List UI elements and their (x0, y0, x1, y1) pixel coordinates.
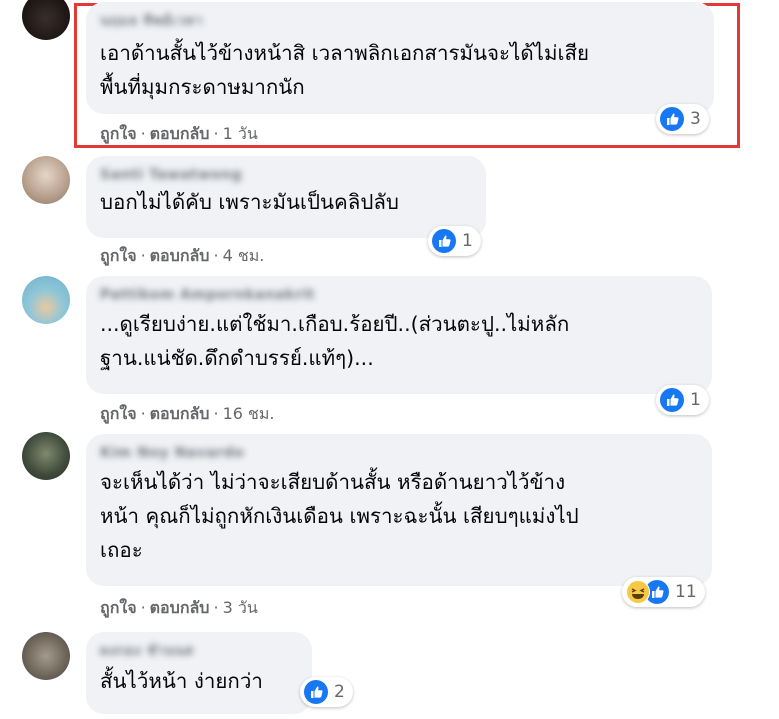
comment-text: ...ดูเรียบง่าย.แต่ใช้มา.เกือบ.ร้อยปี..(ส… (100, 312, 570, 370)
author-name[interactable]: Kim Noy Navardo (100, 445, 244, 461)
comment-text: จะเห็นได้ว่า ไม่ว่าจะเสียบด้านสั้น หรือด… (100, 470, 579, 562)
avatar[interactable] (22, 276, 70, 324)
like-icon (304, 680, 328, 704)
reply-link[interactable]: ตอบกลับ (150, 246, 210, 265)
comment-text: เอาด้านสั้นไว้ข้างหน้าสิ เวลาพลิกเอกสารม… (100, 41, 589, 99)
like-icon (660, 107, 684, 131)
comment-actions: ถูกใจ · ตอบกลับ · 16 ชม. (100, 402, 275, 427)
reaction-summary[interactable]: 11 (622, 577, 705, 607)
reaction-count: 3 (690, 109, 701, 129)
separator: · (140, 404, 146, 423)
separator: · (213, 246, 219, 265)
comment-actions: ถูกใจ · ตอบกลับ · 4 ชม. (100, 244, 264, 269)
comment-bubble: นฤมล ทิพย์เวหา เอาด้านสั้นไว้ข้างหน้าสิ … (86, 2, 714, 114)
comment-bubble: Pattikom Ampornkanakrit ...ดูเรียบง่าย.แ… (86, 276, 712, 394)
reaction-count: 2 (334, 682, 345, 702)
like-link[interactable]: ถูกใจ (100, 404, 137, 423)
like-link[interactable]: ถูกใจ (100, 124, 137, 143)
reaction-count: 1 (690, 390, 701, 410)
like-link[interactable]: ถูกใจ (100, 246, 137, 265)
reaction-summary[interactable]: 1 (656, 385, 709, 415)
author-name[interactable]: นฤมล ทิพย์เวหา (100, 10, 203, 32)
reaction-summary[interactable]: 3 (656, 104, 709, 134)
avatar[interactable] (22, 0, 70, 40)
separator: · (213, 124, 219, 143)
haha-icon (626, 580, 650, 604)
avatar[interactable] (22, 432, 70, 480)
like-link[interactable]: ถูกใจ (100, 598, 137, 617)
reaction-count: 1 (462, 231, 473, 251)
reply-link[interactable]: ตอบกลับ (150, 124, 210, 143)
timestamp[interactable]: 1 วัน (223, 124, 258, 143)
avatar[interactable] (22, 156, 70, 204)
timestamp[interactable]: 16 ชม. (223, 404, 275, 423)
separator: · (140, 598, 146, 617)
reaction-summary[interactable]: 1 (428, 226, 481, 256)
comment-actions: ถูกใจ · ตอบกลับ · 1 วัน (100, 122, 258, 147)
avatar[interactable] (22, 632, 70, 680)
comment-actions: ถูกใจ · ตอบกลับ · 3 วัน (100, 596, 258, 621)
separator: · (213, 598, 219, 617)
reaction-count: 11 (675, 582, 697, 602)
reaction-summary[interactable]: 2 (300, 677, 353, 707)
like-icon (432, 229, 456, 253)
comment-bubble: Kim Noy Navardo จะเห็นได้ว่า ไม่ว่าจะเสี… (86, 434, 712, 586)
comment-bubble: ผงกอง ชำนนส สั้นไว้หน้า ง่ายกว่า (86, 632, 312, 714)
like-icon (660, 388, 684, 412)
author-name[interactable]: Pattikom Ampornkanakrit (100, 287, 315, 303)
comment-text: สั้นไว้หน้า ง่ายกว่า (100, 669, 263, 693)
author-name[interactable]: Santi Tawatwong (100, 167, 242, 183)
separator: · (140, 246, 146, 265)
separator: · (213, 404, 219, 423)
author-name[interactable]: ผงกอง ชำนนส (100, 640, 194, 662)
comment-bubble: Santi Tawatwong บอกไม่ได้คับ เพราะมันเป็… (86, 156, 486, 238)
reply-link[interactable]: ตอบกลับ (150, 404, 210, 423)
comment-text: บอกไม่ได้คับ เพราะมันเป็นคลิปลับ (100, 190, 399, 214)
timestamp[interactable]: 3 วัน (223, 598, 258, 617)
reply-link[interactable]: ตอบกลับ (150, 598, 210, 617)
separator: · (140, 124, 146, 143)
timestamp[interactable]: 4 ชม. (223, 246, 265, 265)
